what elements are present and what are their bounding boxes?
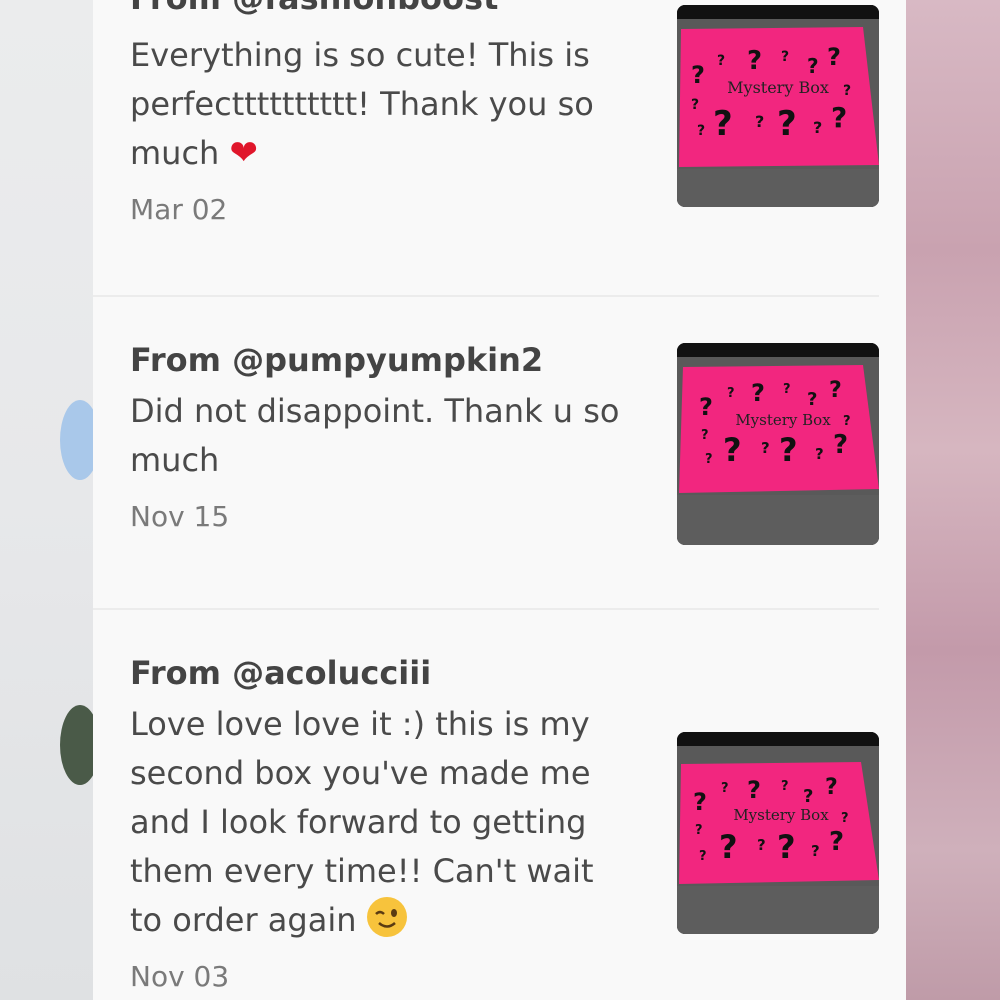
heart-icon: ❤: [229, 133, 259, 173]
svg-text:?: ?: [723, 431, 742, 469]
svg-text:?: ?: [843, 414, 851, 429]
review-author[interactable]: From @acolucciii: [130, 655, 880, 691]
svg-text:?: ?: [713, 104, 733, 144]
svg-text:?: ?: [719, 828, 738, 866]
svg-text:?: ?: [701, 428, 709, 443]
svg-text:?: ?: [829, 378, 842, 403]
svg-text:?: ?: [751, 379, 765, 407]
svg-text:?: ?: [807, 54, 819, 78]
svg-text:?: ?: [813, 118, 822, 137]
svg-text:?: ?: [833, 430, 848, 460]
svg-text:?: ?: [747, 776, 761, 804]
review-photo[interactable]: Mystery Box ??????? ???????: [677, 343, 879, 545]
divider: [93, 295, 879, 297]
svg-text:?: ?: [695, 823, 703, 838]
wink-emoji-icon: [366, 897, 407, 937]
svg-text:?: ?: [779, 431, 798, 469]
review-text: Did not disappoint. Thank u so much: [130, 392, 620, 479]
svg-text:?: ?: [825, 775, 838, 800]
svg-text:?: ?: [777, 104, 797, 144]
svg-text:?: ?: [693, 788, 707, 816]
review-photo[interactable]: Mystery Box ??????? ???????: [677, 732, 879, 934]
review-date: Nov 03: [130, 960, 230, 993]
divider: [93, 608, 879, 610]
svg-text:?: ?: [807, 389, 817, 410]
svg-text:?: ?: [815, 445, 824, 463]
svg-text:?: ?: [781, 779, 789, 794]
svg-text:?: ?: [717, 53, 725, 69]
svg-text:?: ?: [691, 97, 699, 113]
svg-text:?: ?: [721, 781, 729, 796]
box-label: Mystery Box: [735, 411, 831, 429]
svg-text:?: ?: [777, 828, 796, 866]
svg-text:?: ?: [829, 827, 844, 857]
reviews-panel: From @fashionboost Everything is so cute…: [93, 0, 906, 1000]
svg-text:?: ?: [761, 439, 770, 457]
svg-text:?: ?: [727, 386, 735, 401]
svg-text:?: ?: [755, 112, 764, 131]
review-text: Everything is so cute! This is perfecttt…: [130, 36, 594, 172]
svg-text:?: ?: [811, 842, 820, 860]
svg-text:?: ?: [691, 61, 705, 89]
review-text: Love love love it :) this is my second b…: [130, 705, 594, 939]
svg-text:?: ?: [803, 786, 813, 807]
box-label: Mystery Box: [733, 806, 829, 824]
svg-text:?: ?: [699, 849, 707, 864]
box-label: Mystery Box: [727, 78, 829, 97]
svg-text:?: ?: [705, 452, 713, 467]
svg-text:?: ?: [757, 836, 766, 854]
svg-text:?: ?: [747, 46, 762, 76]
svg-text:?: ?: [827, 43, 841, 71]
svg-text:?: ?: [831, 101, 847, 134]
left-background: [0, 0, 93, 1000]
svg-text:?: ?: [783, 382, 791, 397]
svg-text:?: ?: [781, 49, 789, 65]
svg-text:?: ?: [697, 123, 705, 139]
svg-text:?: ?: [843, 83, 851, 99]
review-photo[interactable]: Mystery Box ??????? ???????: [677, 5, 879, 207]
svg-text:?: ?: [699, 393, 713, 421]
svg-text:?: ?: [841, 811, 849, 826]
right-background: [906, 0, 1000, 1000]
